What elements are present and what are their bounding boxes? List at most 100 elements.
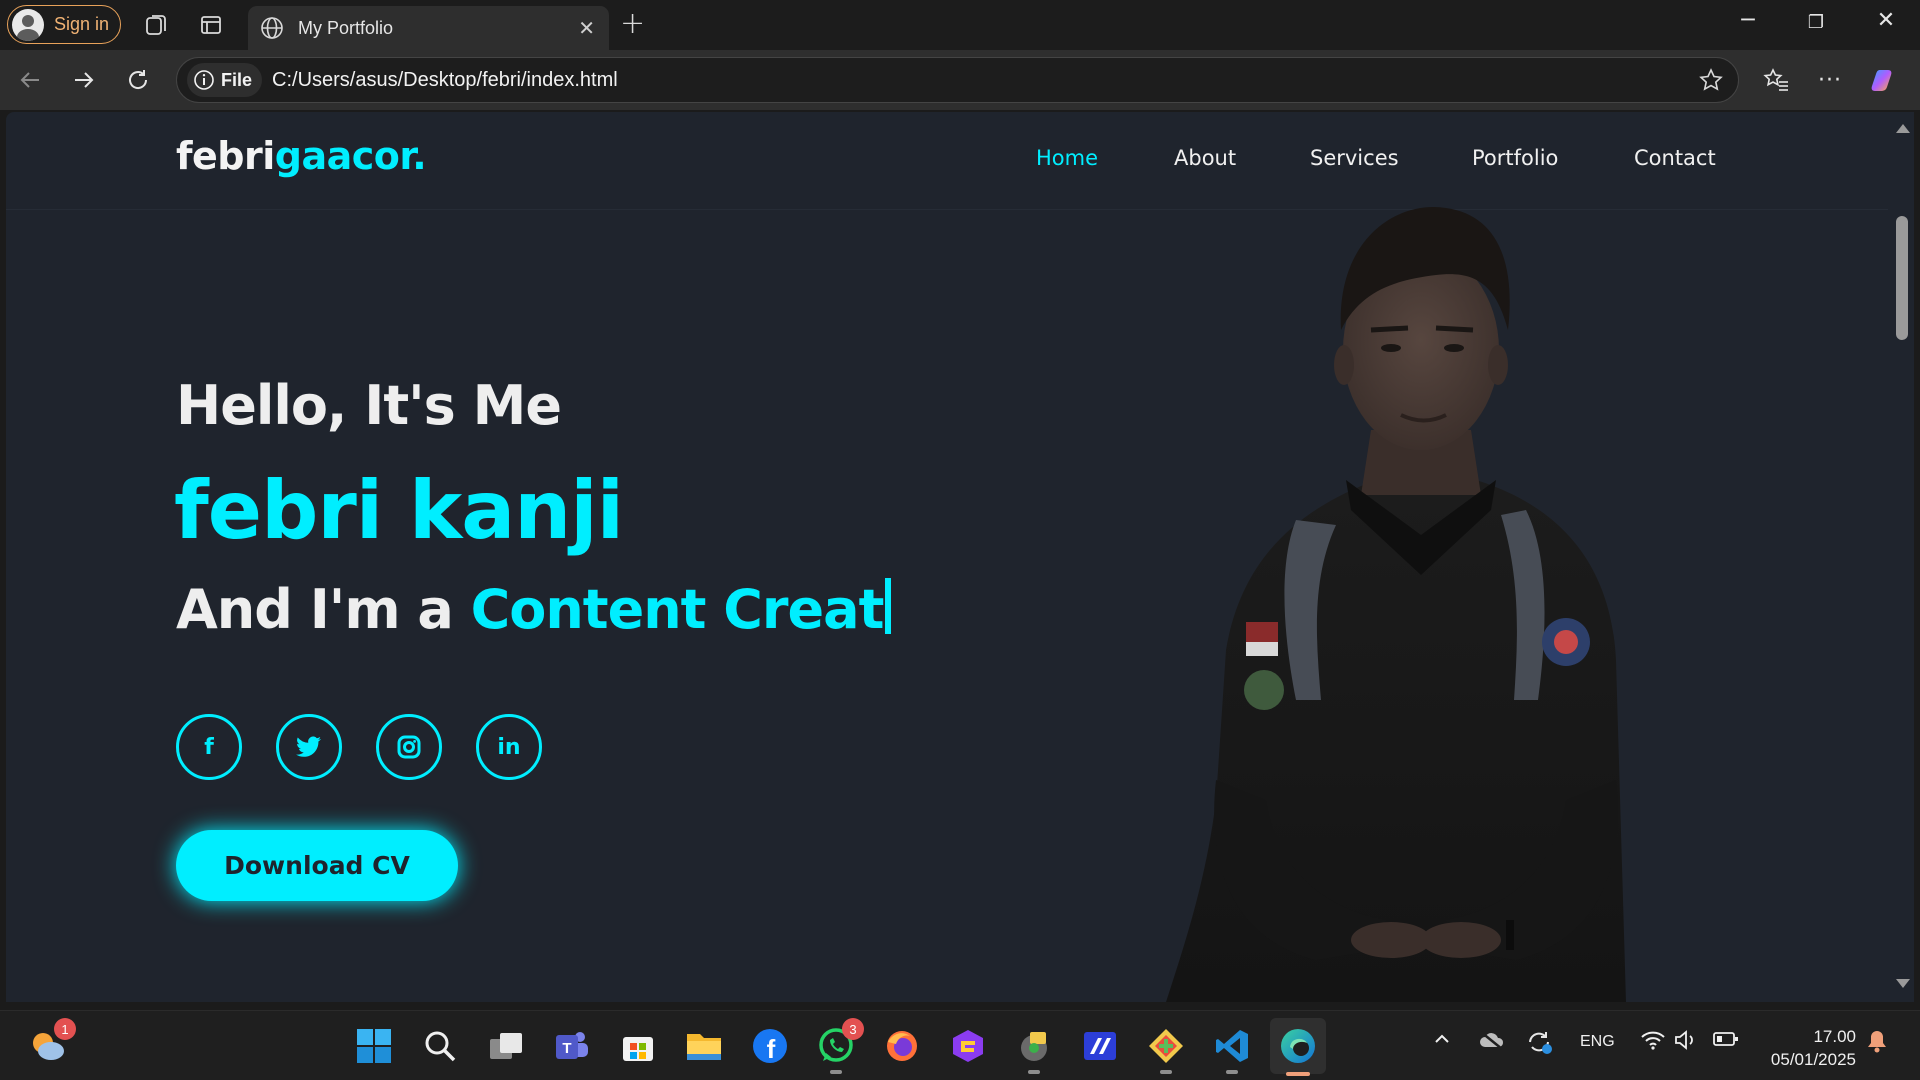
more-options-icon[interactable]: ···	[1814, 64, 1846, 96]
scroll-up-icon[interactable]	[1896, 124, 1910, 133]
nav-contact[interactable]: Contact	[1634, 146, 1716, 170]
teams-icon: T	[556, 1032, 588, 1059]
instagram-icon	[397, 735, 421, 759]
vertical-tabs-icon[interactable]	[196, 10, 226, 40]
nav-home[interactable]: Home	[1036, 146, 1098, 170]
bell-icon	[1868, 1031, 1886, 1053]
page-scrollbar[interactable]	[1888, 112, 1914, 1002]
running-indicator	[1226, 1070, 1238, 1074]
wifi-tray[interactable]	[1640, 1029, 1666, 1056]
whatsapp-badge: 3	[842, 1018, 864, 1040]
sign-in-label: Sign in	[54, 14, 110, 34]
restore-icon[interactable]: ❐	[1796, 12, 1836, 33]
typed-role: Content Creat	[470, 578, 885, 641]
browser-toolbar: File C:/Users/asus/Desktop/febri/index.h…	[0, 50, 1920, 110]
whatsapp-app[interactable]: 3	[814, 1018, 864, 1074]
back-icon[interactable]	[14, 64, 46, 96]
battery-tray[interactable]	[1712, 1029, 1740, 1054]
cloud-off-icon	[1480, 1031, 1504, 1050]
scroll-thumb[interactable]	[1896, 216, 1908, 340]
logo-main-text: febri	[176, 134, 275, 178]
scroll-down-icon[interactable]	[1896, 979, 1910, 988]
git-app[interactable]	[1144, 1024, 1188, 1074]
weather-widget[interactable]: 1	[26, 1018, 76, 1068]
profile-photo	[1166, 207, 1626, 1002]
nav-about[interactable]: About	[1174, 146, 1236, 170]
tab-title: My Portfolio	[298, 17, 394, 38]
facebook-icon: f	[204, 734, 214, 760]
address-bar[interactable]: File C:/Users/asus/Desktop/febri/index.h…	[176, 57, 1739, 103]
folder-icon	[687, 1034, 721, 1060]
teams-app[interactable]: T	[550, 1024, 594, 1068]
site-logo[interactable]: febrigaacor.	[176, 134, 427, 178]
nav-services[interactable]: Services	[1310, 146, 1399, 170]
vscode-app[interactable]	[1210, 1024, 1254, 1074]
notifications-button[interactable]	[1866, 1029, 1888, 1058]
site-info-button[interactable]: File	[187, 63, 263, 97]
forward-icon[interactable]	[68, 64, 100, 96]
editor-app-icon	[1084, 1032, 1116, 1060]
language-indicator[interactable]: ENG	[1580, 1033, 1615, 1051]
linkedin-link[interactable]: in	[476, 714, 542, 780]
social-links: f in	[176, 714, 556, 784]
onedrive-tray[interactable]	[1478, 1029, 1506, 1056]
task-view-button[interactable]	[484, 1024, 528, 1068]
copilot-icon[interactable]	[1868, 64, 1900, 96]
url-scheme-label: File	[221, 69, 253, 90]
firefox-app[interactable]	[880, 1024, 924, 1068]
firefox-icon	[887, 1031, 917, 1061]
search-button[interactable]	[418, 1024, 462, 1068]
sync-tray[interactable]	[1526, 1029, 1554, 1060]
refresh-icon[interactable]	[122, 64, 154, 96]
volume-tray[interactable]	[1674, 1029, 1698, 1056]
minimize-icon[interactable]: ─	[1728, 8, 1768, 33]
show-hidden-icons[interactable]	[1432, 1029, 1452, 1054]
active-indicator	[1286, 1072, 1310, 1076]
facebook-app-icon: f	[753, 1029, 787, 1064]
vpn-app[interactable]	[1012, 1024, 1056, 1074]
edge-icon	[1281, 1029, 1315, 1063]
vscode-icon	[1216, 1030, 1248, 1062]
start-button[interactable]	[352, 1024, 396, 1068]
store-app[interactable]	[616, 1024, 660, 1068]
chevron-up-icon	[1435, 1034, 1449, 1043]
download-cv-button[interactable]: Download CV	[176, 830, 458, 901]
globe-app-icon	[1021, 1032, 1047, 1061]
profile-avatar-icon	[12, 8, 44, 41]
workspaces-icon[interactable]	[142, 10, 172, 40]
tab-my-portfolio[interactable]: My Portfolio ✕	[248, 6, 609, 50]
nav-portfolio[interactable]: Portfolio	[1472, 146, 1558, 170]
running-indicator	[830, 1070, 842, 1074]
hero-role-line: And I'm a Content Creat	[176, 578, 892, 641]
search-icon	[425, 1031, 456, 1062]
favorites-icon[interactable]	[1760, 64, 1792, 96]
browser-tab-bar: Sign in My Portfolio ✕ + ─ ❐ ✕	[0, 0, 1920, 50]
windows-taskbar: 1 T f 3 ENG 17.00 05/01/2025	[0, 1010, 1920, 1080]
edge-app[interactable]	[1270, 1018, 1326, 1076]
role-prefix: And I'm a	[176, 578, 471, 641]
clock-date: 05/01/2025	[1770, 1050, 1856, 1069]
facebook-link[interactable]: f	[176, 714, 242, 780]
close-window-icon[interactable]: ✕	[1866, 8, 1906, 33]
editor-app[interactable]	[1078, 1024, 1122, 1068]
download-cv-label: Download CV	[224, 851, 410, 880]
sign-in-button[interactable]: Sign in	[7, 5, 121, 44]
info-icon	[194, 70, 214, 90]
task-view-icon	[490, 1033, 522, 1059]
graphics-app[interactable]	[946, 1024, 990, 1068]
file-explorer-app[interactable]	[682, 1024, 726, 1068]
instagram-link[interactable]	[376, 714, 442, 780]
favorite-star-icon[interactable]	[1698, 67, 1724, 97]
logo-accent-text: gaacor.	[274, 134, 427, 178]
facebook-app[interactable]: f	[748, 1024, 792, 1068]
microsoft-store-icon	[623, 1037, 653, 1061]
url-text[interactable]: C:/Users/asus/Desktop/febri/index.html	[272, 69, 618, 92]
svg-text:T: T	[562, 1040, 571, 1057]
new-tab-icon[interactable]: +	[620, 6, 645, 41]
twitter-link[interactable]	[276, 714, 342, 780]
system-clock[interactable]: 17.00 05/01/2025	[1771, 1025, 1856, 1071]
volume-icon	[1675, 1030, 1693, 1050]
running-indicator	[1028, 1070, 1040, 1074]
svg-text:f: f	[767, 1034, 776, 1064]
close-tab-icon[interactable]: ✕	[578, 16, 595, 40]
